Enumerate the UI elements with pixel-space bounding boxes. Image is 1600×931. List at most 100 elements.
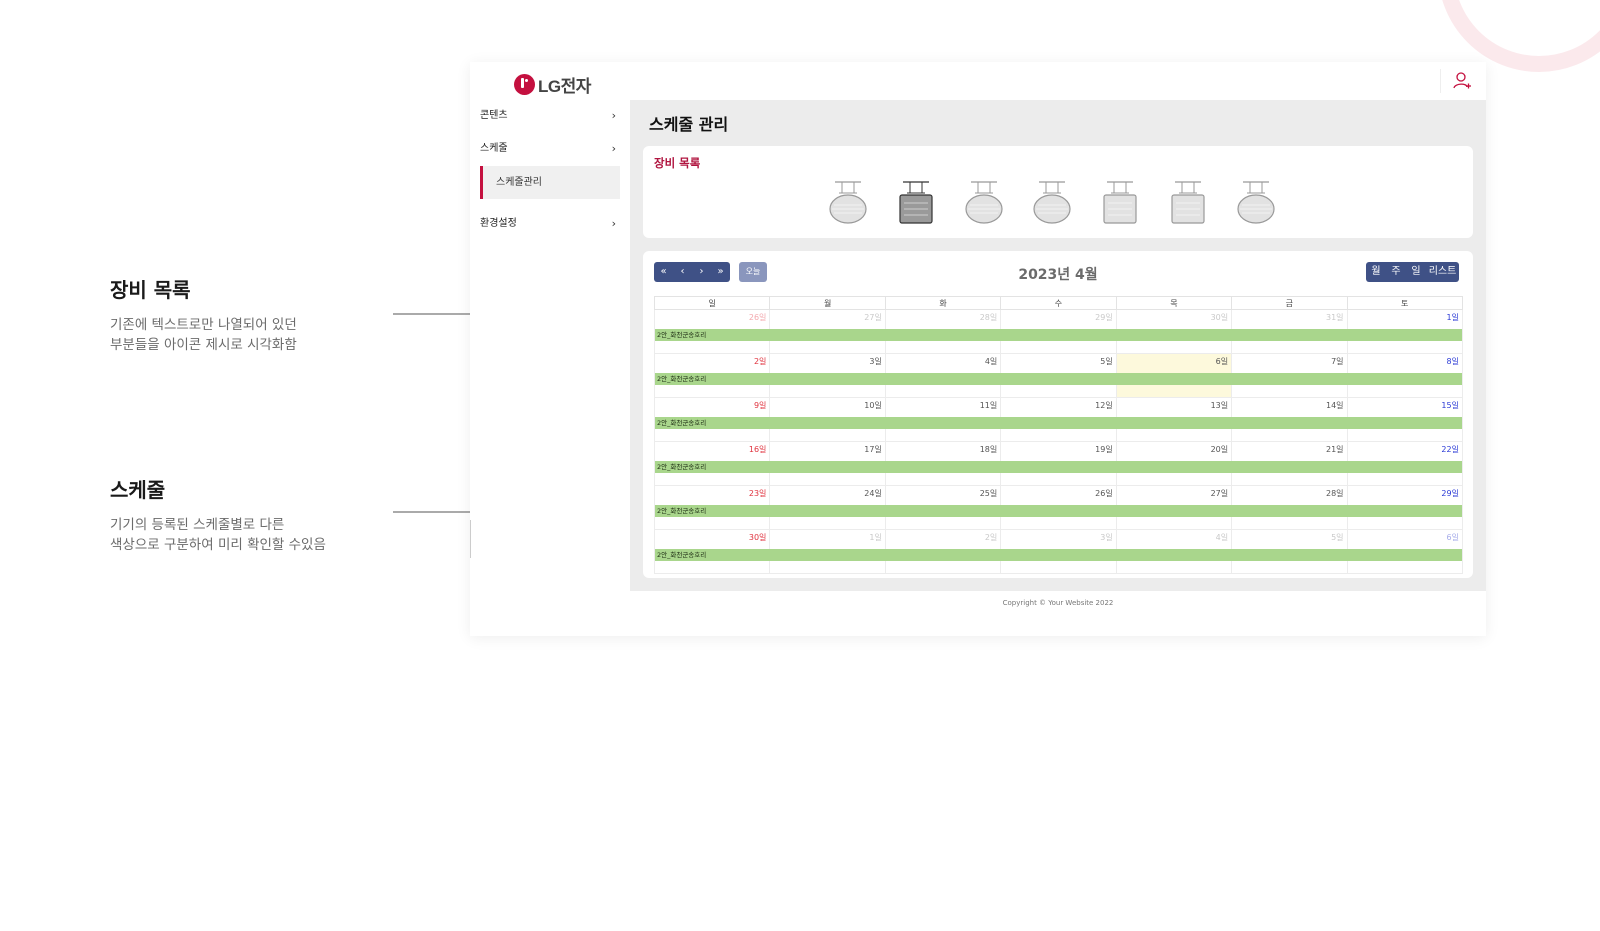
calendar-day-number[interactable]: 5일 bbox=[1331, 532, 1343, 543]
weekday-header-cell: 토 bbox=[1401, 299, 1409, 308]
sidebar-subitem-schedule-management[interactable]: 스케줄관리 bbox=[480, 166, 620, 199]
calendar-day-number[interactable]: 28일 bbox=[980, 312, 998, 323]
calendar-day-number[interactable]: 15일 bbox=[1441, 400, 1459, 411]
calendar-day-number[interactable]: 29일 bbox=[1095, 312, 1113, 323]
calendar-event-bar[interactable]: 2안_화천군송호리 bbox=[655, 549, 1462, 561]
sidebar-item-label: 스케줄 bbox=[480, 143, 508, 154]
calendar-day-number[interactable]: 28일 bbox=[1326, 488, 1344, 499]
calendar-body: 26일 27일 28일 29일 30일 31일 1일 2안_화천군송호리 2일 3일 4일 5일 6일 7… bbox=[654, 310, 1463, 574]
sidebar-item-contents[interactable]: 콘텐츠 › bbox=[480, 106, 620, 126]
calendar-day-number[interactable]: 10일 bbox=[864, 400, 882, 411]
weekday-header-cell: 일 bbox=[655, 297, 771, 309]
calendar-week-row: 30일 1일 2일 3일 4일 5일 6일 2안_화천군송호리 bbox=[654, 530, 1463, 574]
view-list-button[interactable]: 리스트 bbox=[1426, 262, 1459, 282]
calendar-day-number[interactable]: 31일 bbox=[1326, 312, 1344, 323]
calendar-day-number[interactable]: 9일 bbox=[754, 400, 766, 411]
weekday-header-cell: 수 bbox=[1001, 297, 1117, 309]
calendar-day-number[interactable]: 24일 bbox=[864, 488, 882, 499]
calendar-day-number[interactable]: 17일 bbox=[864, 444, 882, 455]
device-list-card: 장비 목록 bbox=[643, 146, 1473, 238]
calendar-day-number[interactable]: 20일 bbox=[1211, 444, 1229, 455]
calendar-week-row: 2일 3일 4일 5일 6일 7일 8일 2안_화천군송호리 bbox=[654, 354, 1463, 398]
calendar-day-number[interactable]: 11일 bbox=[980, 400, 998, 411]
square-sign-icon[interactable] bbox=[1100, 181, 1140, 225]
weekday-header-cell: 화 bbox=[886, 297, 1002, 309]
calendar-day-number[interactable]: 19일 bbox=[1095, 444, 1113, 455]
calendar-day-number[interactable]: 1일 bbox=[869, 532, 881, 543]
sidebar-divider bbox=[470, 520, 471, 558]
user-add-icon[interactable] bbox=[1452, 71, 1472, 91]
chevron-right-icon: › bbox=[611, 217, 616, 230]
square-sign-icon[interactable] bbox=[1168, 181, 1208, 225]
calendar-day-number[interactable]: 2일 bbox=[985, 532, 997, 543]
calendar-weekday-header: 일월화수목금 토 bbox=[654, 296, 1463, 310]
calendar-day-number[interactable]: 18일 bbox=[980, 444, 998, 455]
calendar-day-number[interactable]: 25일 bbox=[980, 488, 998, 499]
lg-logo[interactable]: LG전자 bbox=[514, 72, 591, 97]
device-list-title: 장비 목록 bbox=[654, 156, 701, 170]
calendar-grid: 일월화수목금토 26일 27일 28일 29일 30일 31일 1일 2안_화천군송호리 2일 3… bbox=[654, 296, 1463, 574]
weekday-header-cell: 금 bbox=[1232, 297, 1348, 309]
app-window: LG전자 콘텐츠 › 스케줄 › 스케줄관리 환경설정 › 스케줄 관리 장비 … bbox=[470, 62, 1486, 636]
calendar-event-bar[interactable]: 2안_화천군송호리 bbox=[655, 417, 1462, 429]
calendar-event-bar[interactable]: 2안_화천군송호리 bbox=[655, 461, 1462, 473]
calendar-day-number[interactable]: 29일 bbox=[1441, 488, 1459, 499]
calendar-day-number[interactable]: 27일 bbox=[864, 312, 882, 323]
calendar-month-title: 2023년 4월 bbox=[1018, 267, 1098, 283]
calendar-day-number[interactable]: 16일 bbox=[749, 444, 767, 455]
footer-copyright: Copyright © Your Website 2022 bbox=[1002, 599, 1114, 607]
round-sign-icon[interactable] bbox=[828, 181, 868, 225]
main-content: 스케줄 관리 장비 목록 « ‹ › » 오늘 2023년 4월 월 주 일 리… bbox=[630, 100, 1486, 591]
square-sign-icon[interactable] bbox=[896, 181, 936, 225]
calendar-day-number[interactable]: 21일 bbox=[1326, 444, 1344, 455]
chevron-right-icon: › bbox=[611, 142, 616, 155]
sidebar-item-label: 환경설정 bbox=[480, 218, 517, 229]
calendar-day-number[interactable]: 8일 bbox=[1447, 356, 1459, 367]
top-bar: LG전자 bbox=[470, 62, 1486, 100]
calendar-day-number[interactable]: 30일 bbox=[1211, 312, 1229, 323]
sidebar-item-schedule[interactable]: 스케줄 › bbox=[480, 139, 620, 159]
calendar-card: « ‹ › » 오늘 2023년 4월 월 주 일 리스트 일월화수목금토 26… bbox=[643, 251, 1473, 578]
calendar-day-number[interactable]: 2일 bbox=[754, 356, 766, 367]
view-day-button[interactable]: 일 bbox=[1406, 262, 1426, 282]
calendar-day-number[interactable]: 6일 bbox=[1447, 532, 1459, 543]
sidebar: 콘텐츠 › 스케줄 › 스케줄관리 환경설정 › bbox=[470, 100, 630, 636]
calendar-day-number[interactable]: 4일 bbox=[985, 356, 997, 367]
calendar-day-number[interactable]: 26일 bbox=[1095, 488, 1113, 499]
calendar-week-row: 26일 27일 28일 29일 30일 31일 1일 2안_화천군송호리 bbox=[654, 310, 1463, 354]
calendar-week-row: 23일 24일 25일 26일 27일 28일 29일 2안_화천군송호리 bbox=[654, 486, 1463, 530]
calendar-event-bar[interactable]: 2안_화천군송호리 bbox=[655, 329, 1462, 341]
calendar-day-number[interactable]: 13일 bbox=[1211, 400, 1229, 411]
calendar-day-number[interactable]: 5일 bbox=[1100, 356, 1112, 367]
view-week-button[interactable]: 주 bbox=[1386, 262, 1406, 282]
calendar-day-number[interactable]: 30일 bbox=[749, 532, 767, 543]
chevron-right-icon: › bbox=[611, 109, 616, 122]
sidebar-item-settings[interactable]: 환경설정 › bbox=[480, 214, 620, 234]
calendar-day-number[interactable]: 14일 bbox=[1326, 400, 1344, 411]
topbar-divider bbox=[1440, 69, 1441, 93]
calendar-day-number[interactable]: 3일 bbox=[869, 356, 881, 367]
logo-text: LG전자 bbox=[538, 77, 591, 96]
round-sign-icon[interactable] bbox=[1236, 181, 1276, 225]
calendar-day-number[interactable]: 22일 bbox=[1441, 444, 1459, 455]
calendar-day-number[interactable]: 27일 bbox=[1211, 488, 1229, 499]
calendar-day-number[interactable]: 1일 bbox=[1447, 312, 1459, 323]
calendar-day-number[interactable]: 4일 bbox=[1216, 532, 1228, 543]
lg-logo-icon bbox=[514, 74, 535, 95]
weekday-header-cell: 목 bbox=[1117, 297, 1233, 309]
calendar-week-row: 16일 17일 18일 19일 20일 21일 22일 2안_화천군송호리 bbox=[654, 442, 1463, 486]
calendar-week-row: 9일 10일 11일 12일 13일 14일 15일 2안_화천군송호리 bbox=[654, 398, 1463, 442]
calendar-day-number[interactable]: 12일 bbox=[1095, 400, 1113, 411]
page-title: 스케줄 관리 bbox=[649, 115, 729, 134]
calendar-view-group: 월 주 일 리스트 bbox=[1366, 262, 1459, 282]
calendar-day-number[interactable]: 3일 bbox=[1100, 532, 1112, 543]
view-month-button[interactable]: 월 bbox=[1366, 262, 1386, 282]
calendar-event-bar[interactable]: 2안_화천군송호리 bbox=[655, 373, 1462, 385]
round-sign-icon[interactable] bbox=[1032, 181, 1072, 225]
calendar-day-number[interactable]: 7일 bbox=[1331, 356, 1343, 367]
calendar-event-bar[interactable]: 2안_화천군송호리 bbox=[655, 505, 1462, 517]
round-sign-icon[interactable] bbox=[964, 181, 1004, 225]
calendar-day-number[interactable]: 23일 bbox=[749, 488, 767, 499]
calendar-day-number[interactable]: 6일 bbox=[1216, 356, 1228, 367]
calendar-day-number[interactable]: 26일 bbox=[749, 312, 767, 323]
